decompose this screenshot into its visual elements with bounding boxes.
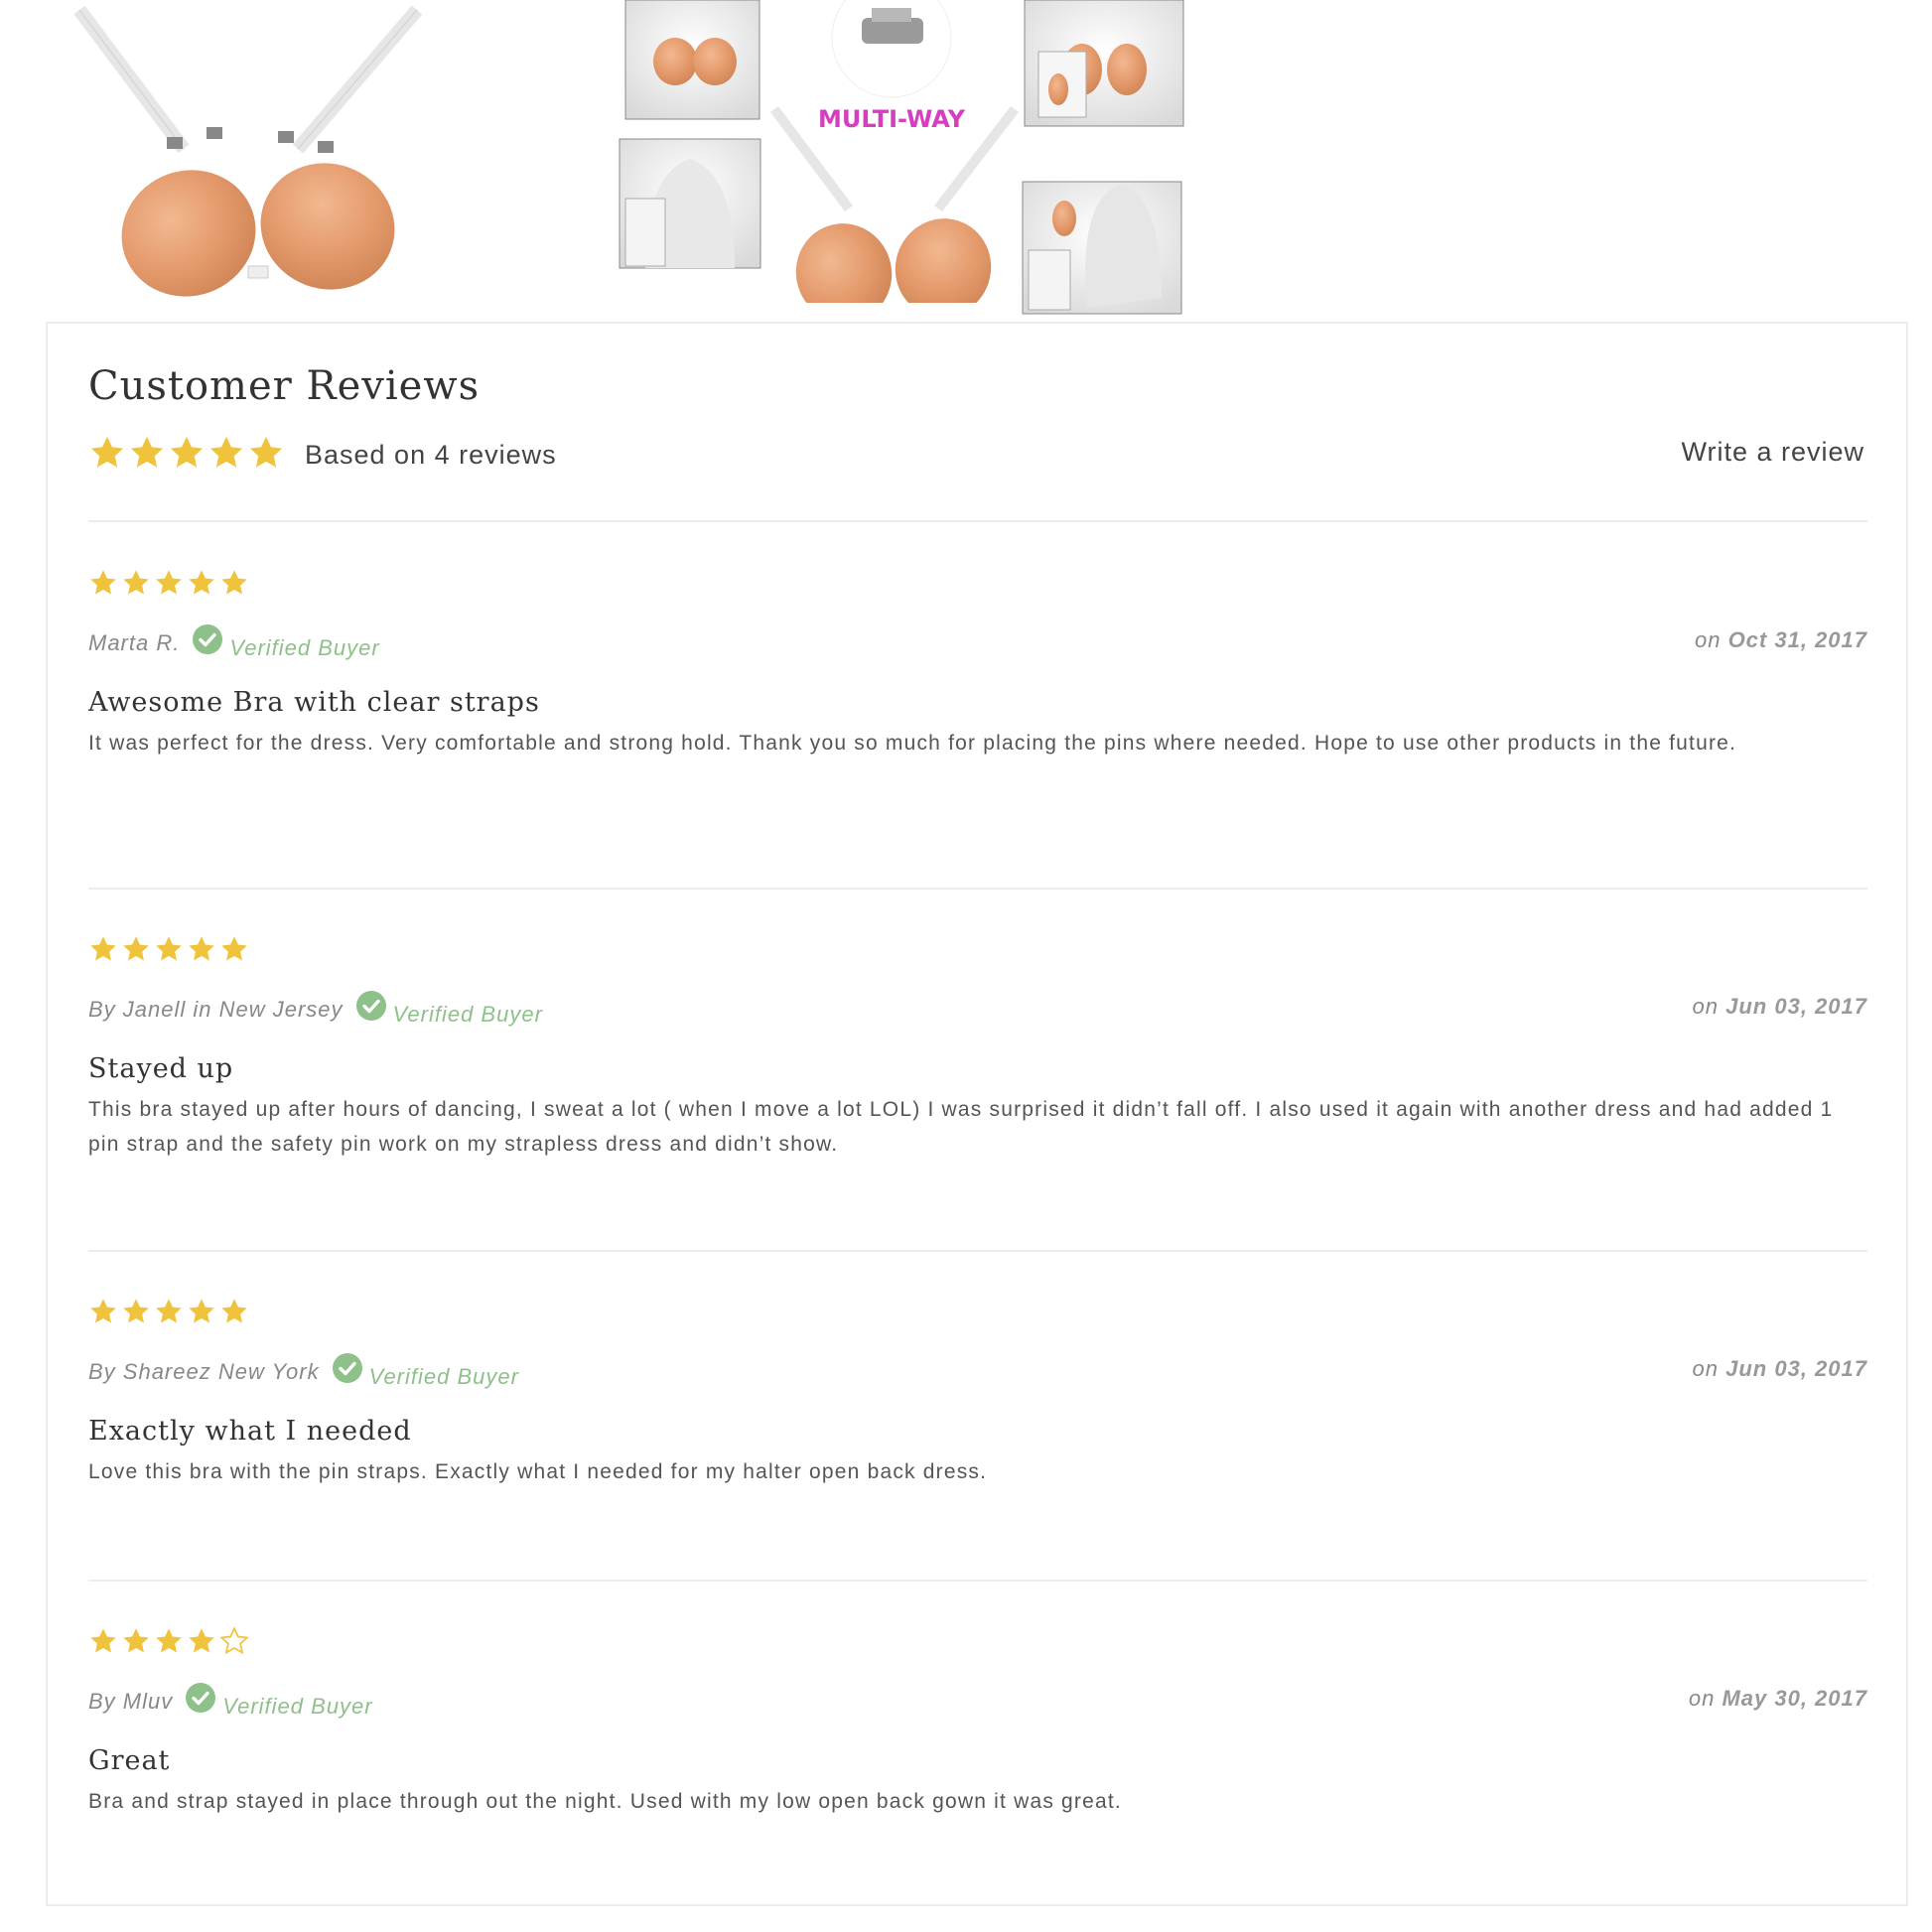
verified-check-icon bbox=[192, 623, 223, 655]
review-author: Marta R. bbox=[88, 630, 181, 655]
star-filled-icon bbox=[90, 1299, 116, 1323]
review-star-rating bbox=[88, 934, 1867, 968]
customer-reviews-panel: Customer Reviews Based on 4 reviews Writ… bbox=[46, 322, 1908, 1906]
verified-check-icon bbox=[355, 990, 387, 1022]
verified-buyer-label: Verified Buyer bbox=[229, 635, 380, 660]
review-star-rating bbox=[88, 1626, 1867, 1660]
product-image-main[interactable] bbox=[73, 5, 423, 315]
review-date: on Jun 03, 2017 bbox=[1693, 1356, 1867, 1382]
review-author: By Shareez New York bbox=[88, 1359, 320, 1384]
review-date: on Oct 31, 2017 bbox=[1695, 627, 1867, 653]
star-filled-icon bbox=[156, 1299, 182, 1323]
star-filled-icon bbox=[156, 1628, 182, 1653]
write-review-button[interactable]: Write a review bbox=[1681, 437, 1864, 468]
review-author: By Janell in New Jersey bbox=[88, 997, 344, 1022]
review-body: This bra stayed up after hours of dancin… bbox=[88, 1098, 1834, 1156]
star-filled-icon bbox=[123, 1299, 149, 1323]
divider bbox=[88, 1250, 1867, 1252]
star-empty-icon bbox=[219, 1626, 249, 1655]
star-filled-icon bbox=[209, 436, 243, 468]
review-title: Awesome Bra with clear straps bbox=[88, 687, 540, 718]
star-filled-icon bbox=[156, 570, 182, 595]
verified-buyer-label: Verified Buyer bbox=[222, 1694, 373, 1719]
verified-check-icon bbox=[332, 1352, 363, 1384]
star-filled-icon bbox=[221, 936, 247, 961]
product-gallery: MULTI-WAY bbox=[0, 0, 1932, 322]
multi-way-label: MULTI-WAY bbox=[818, 105, 966, 133]
divider bbox=[88, 520, 1867, 522]
review-date: on May 30, 2017 bbox=[1689, 1686, 1867, 1712]
review-date: on Jun 03, 2017 bbox=[1693, 994, 1867, 1020]
star-filled-icon bbox=[221, 570, 247, 595]
review-item: By Janell in New Jersey Verified Buyer o… bbox=[88, 934, 1867, 1162]
product-images: MULTI-WAY bbox=[73, 0, 1184, 322]
star-filled-icon bbox=[90, 436, 124, 468]
star-filled-icon bbox=[130, 436, 164, 468]
product-image-multiway[interactable]: MULTI-WAY bbox=[619, 0, 1184, 322]
review-title: Exactly what I needed bbox=[88, 1416, 412, 1447]
date-value: Jun 03, 2017 bbox=[1725, 994, 1867, 1019]
review-item: By Shareez New York Verified Buyer on Ju… bbox=[88, 1297, 1867, 1489]
divider bbox=[88, 1580, 1867, 1582]
review-body: Bra and strap stayed in place through ou… bbox=[88, 1790, 1122, 1813]
divider bbox=[88, 888, 1867, 890]
review-star-rating bbox=[88, 568, 1867, 602]
star-filled-icon bbox=[90, 1628, 116, 1653]
star-filled-icon bbox=[249, 436, 283, 468]
date-value: Oct 31, 2017 bbox=[1727, 627, 1867, 652]
summary-text: Based on 4 reviews bbox=[305, 439, 557, 470]
reviews-title: Customer Reviews bbox=[88, 363, 481, 409]
star-filled-icon bbox=[123, 570, 149, 595]
star-filled-icon bbox=[123, 936, 149, 961]
verified-buyer-label: Verified Buyer bbox=[392, 1002, 543, 1027]
verified-buyer-label: Verified Buyer bbox=[368, 1364, 519, 1389]
star-filled-icon bbox=[189, 1628, 214, 1653]
review-title: Stayed up bbox=[88, 1053, 234, 1084]
star-filled-icon bbox=[90, 936, 116, 961]
review-title: Great bbox=[88, 1745, 171, 1776]
review-item: By Mluv Verified Buyer on May 30, 2017 G… bbox=[88, 1626, 1867, 1819]
review-item: Marta R. Verified Buyer on Oct 31, 2017 … bbox=[88, 568, 1867, 760]
date-prefix: on bbox=[1692, 1356, 1719, 1381]
star-filled-icon bbox=[90, 570, 116, 595]
date-prefix: on bbox=[1688, 1686, 1716, 1711]
date-value: May 30, 2017 bbox=[1722, 1686, 1867, 1711]
star-filled-icon bbox=[170, 436, 204, 468]
review-author: By Mluv bbox=[88, 1689, 174, 1714]
star-filled-icon bbox=[156, 936, 182, 961]
star-filled-icon bbox=[189, 1299, 214, 1323]
date-value: Jun 03, 2017 bbox=[1725, 1356, 1867, 1381]
star-filled-icon bbox=[189, 936, 214, 961]
review-star-rating bbox=[88, 1297, 1867, 1330]
review-body: Love this bra with the pin straps. Exact… bbox=[88, 1460, 988, 1483]
star-filled-icon bbox=[123, 1628, 149, 1653]
review-body: It was perfect for the dress. Very comfo… bbox=[88, 732, 1737, 755]
verified-check-icon bbox=[185, 1682, 216, 1714]
date-prefix: on bbox=[1694, 627, 1722, 652]
star-filled-icon bbox=[221, 1299, 247, 1323]
reviews-summary: Based on 4 reviews bbox=[88, 435, 557, 475]
date-prefix: on bbox=[1692, 994, 1719, 1019]
summary-star-rating bbox=[88, 434, 287, 477]
star-filled-icon bbox=[189, 570, 214, 595]
